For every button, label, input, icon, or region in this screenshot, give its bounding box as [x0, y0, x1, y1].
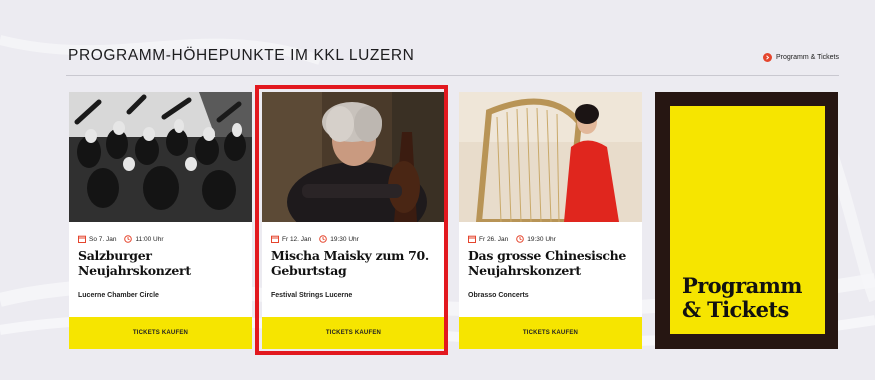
program-tickets-label: Programm & Tickets	[775, 54, 839, 61]
promo-yellow-panel: Programm & Tickets	[670, 106, 825, 334]
clock-icon	[319, 235, 328, 243]
calendar-icon	[271, 235, 279, 243]
event-meta: So 7. Jan 11:00 Uhr	[78, 235, 168, 243]
event-time: 19:30 Uhr	[330, 235, 359, 243]
header-divider	[66, 75, 839, 76]
event-date: So 7. Jan	[89, 235, 117, 243]
event-time: 11:00 Uhr	[135, 235, 164, 243]
event-image-harpist	[459, 92, 642, 222]
event-artist: Lucerne Chamber Circle	[78, 292, 159, 299]
clock-icon	[516, 235, 525, 243]
event-date: Fr 26. Jan	[479, 235, 509, 243]
event-meta: Fr 12. Jan 19:30 Uhr	[271, 235, 363, 243]
event-card-chinese-new-year[interactable]: Fr 26. Jan 19:30 Uhr Das grosse Chinesis…	[459, 92, 642, 349]
event-time: 19:30 Uhr	[527, 235, 556, 243]
program-tickets-link[interactable]: Programm & Tickets	[762, 53, 839, 62]
section-title: PROGRAMM-HÖHEPUNKTE IM KKL LUZERN	[68, 47, 415, 64]
event-title[interactable]: Salzburger Neujahrskonzert	[78, 248, 246, 278]
buy-tickets-button[interactable]: TICKETS KAUFEN	[69, 317, 252, 349]
event-title[interactable]: Mischa Maisky zum 70. Geburtstag	[271, 248, 439, 278]
promo-title-line2: & Tickets	[682, 297, 789, 322]
highlights-section: PROGRAMM-HÖHEPUNKTE IM KKL LUZERN Progra…	[0, 0, 875, 380]
event-card-maisky[interactable]: Fr 12. Jan 19:30 Uhr Mischa Maisky zum 7…	[262, 92, 445, 349]
event-meta: Fr 26. Jan 19:30 Uhr	[468, 235, 560, 243]
circle-arrow-icon	[762, 53, 772, 62]
promo-title: Programm & Tickets	[682, 274, 802, 322]
calendar-icon	[468, 235, 476, 243]
program-tickets-tile[interactable]: Programm & Tickets	[655, 92, 838, 349]
event-image-cellist	[262, 92, 445, 222]
calendar-icon	[78, 235, 86, 243]
event-artist: Festival Strings Lucerne	[271, 292, 353, 299]
clock-icon	[124, 235, 133, 243]
promo-title-line1: Programm	[682, 273, 802, 298]
buy-tickets-button[interactable]: TICKETS KAUFEN	[262, 317, 445, 349]
event-image-choir	[69, 92, 252, 222]
event-date: Fr 12. Jan	[282, 235, 312, 243]
event-card-salzburger[interactable]: So 7. Jan 11:00 Uhr Salzburger Neujahrsk…	[69, 92, 252, 349]
event-artist: Obrasso Concerts	[468, 292, 529, 299]
buy-tickets-button[interactable]: TICKETS KAUFEN	[459, 317, 642, 349]
event-title[interactable]: Das grosse Chinesische Neujahrskonzert	[468, 248, 636, 278]
